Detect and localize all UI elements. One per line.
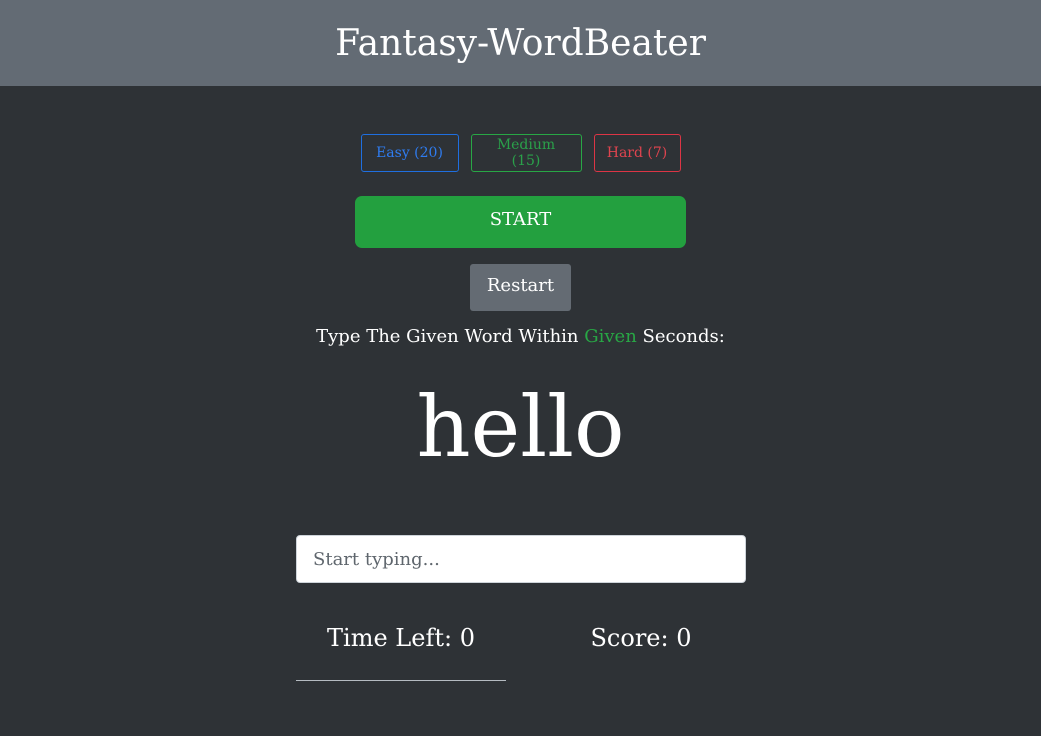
instruction-text: Type The Given Word Within Given Seconds… <box>0 326 1041 347</box>
start-button[interactable]: START <box>355 196 686 248</box>
time-left-value: 0 <box>459 624 475 652</box>
word-input[interactable] <box>296 535 746 583</box>
app-header: Fantasy-WordBeater <box>0 0 1041 86</box>
time-left-display: Time Left: 0 <box>296 624 506 652</box>
time-left-label: Time Left: <box>327 624 460 652</box>
difficulty-selector: Easy (20) Medium (15) Hard (7) <box>0 134 1041 172</box>
stats-row: Time Left: 0 Score: 0 <box>0 624 1041 664</box>
seconds-value: Given <box>584 326 637 347</box>
divider <box>296 680 506 681</box>
medium-button[interactable]: Medium (15) <box>470 134 582 172</box>
score-label: Score: <box>590 624 677 652</box>
score-value: 0 <box>676 624 692 652</box>
instruction-suffix: Seconds: <box>636 326 725 347</box>
hard-button[interactable]: Hard (7) <box>593 134 681 172</box>
instruction-prefix: Type The Given Word Within <box>316 326 585 347</box>
easy-button[interactable]: Easy (20) <box>360 134 459 172</box>
app-title: Fantasy-WordBeater <box>335 22 706 64</box>
current-word: hello <box>416 378 625 476</box>
restart-button[interactable]: Restart <box>470 264 571 311</box>
score-display: Score: 0 <box>536 624 746 652</box>
